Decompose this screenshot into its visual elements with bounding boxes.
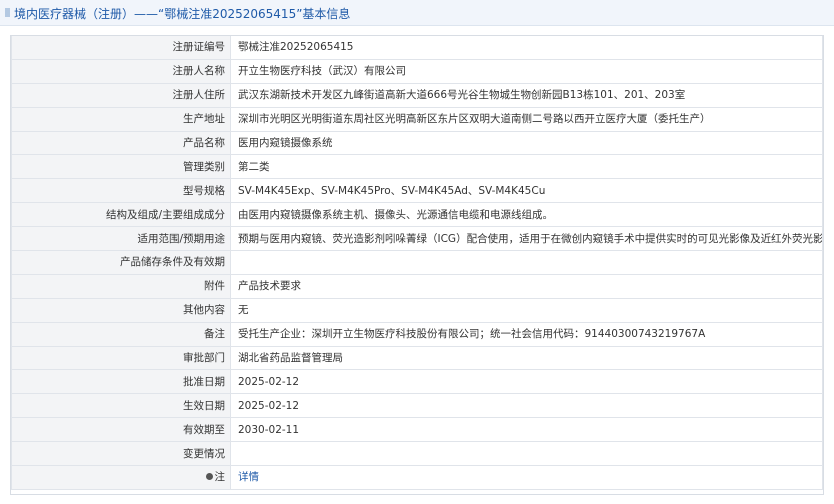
row-label: 注册人名称 bbox=[11, 58, 231, 84]
title-bar: 境内医疗器械（注册）——“鄂械注准20252065415”基本信息 bbox=[0, 0, 834, 26]
table-row: 结构及组成/主要组成成分 由医用内窥镜摄像系统主机、摄像头、光源通信电缆和电源线组… bbox=[11, 202, 823, 228]
row-label: 附件 bbox=[11, 273, 231, 299]
table-row: 生产地址 深圳市光明区光明街道东周社区光明高新区东片区双明大道南侧二号路以西开立医… bbox=[11, 106, 823, 132]
row-value: 开立生物医疗科技（武汉）有限公司 bbox=[230, 58, 823, 84]
table-row: 有效期至 2030-02-11 bbox=[11, 417, 823, 443]
row-label: 备注 bbox=[11, 321, 231, 347]
row-value: 第二类 bbox=[230, 154, 823, 180]
row-value: 受托生产企业：深圳开立生物医疗科技股份有限公司；统一社会信用代码：9144030… bbox=[230, 321, 823, 347]
row-label: 产品名称 bbox=[11, 130, 231, 156]
row-label: 注册证编号 bbox=[11, 36, 231, 60]
table-row: 审批部门 湖北省药品监督管理局 bbox=[11, 345, 823, 371]
page-title: 境内医疗器械（注册）——“鄂械注准20252065415”基本信息 bbox=[14, 7, 351, 21]
row-label: 生效日期 bbox=[11, 393, 231, 419]
row-label: 生产地址 bbox=[11, 106, 231, 132]
row-label: 批准日期 bbox=[11, 369, 231, 395]
table-row: 注册人名称 开立生物医疗科技（武汉）有限公司 bbox=[11, 58, 823, 84]
table-row: 批准日期 2025-02-12 bbox=[11, 369, 823, 395]
detail-panel: 注册证编号 鄂械注准20252065415 注册人名称 开立生物医疗科技（武汉）有限公… bbox=[10, 35, 824, 495]
row-value: 无 bbox=[230, 297, 823, 323]
table-row: 产品储存条件及有效期 bbox=[11, 250, 823, 275]
row-value: 产品技术要求 bbox=[230, 273, 823, 299]
table-row: 备注 受托生产企业：深圳开立生物医疗科技股份有限公司；统一社会信用代码：91440… bbox=[11, 321, 823, 347]
row-label: 其他内容 bbox=[11, 297, 231, 323]
table-row: 生效日期 2025-02-12 bbox=[11, 393, 823, 419]
table-row: 注册人住所 武汉东湖新技术开发区九峰街道高新大道666号光谷生物城生物创新园B13… bbox=[11, 82, 823, 108]
row-value: SV-M4K45Exp、SV-M4K45Pro、SV-M4K45Ad、SV-M4… bbox=[230, 178, 823, 204]
row-value: 预期与医用内窥镜、荧光造影剂吲哚菁绿（ICG）配合使用，适用于在微创内窥镜手术中… bbox=[230, 226, 823, 252]
row-value: 医用内窥镜摄像系统 bbox=[230, 130, 823, 156]
table-row-note: 注 详情 bbox=[11, 465, 823, 490]
row-label: 变更情况 bbox=[11, 441, 231, 467]
row-value: 2025-02-12 bbox=[230, 393, 823, 419]
row-value: 武汉东湖新技术开发区九峰街道高新大道666号光谷生物城生物创新园B13栋101、… bbox=[230, 82, 823, 108]
detail-table: 注册证编号 鄂械注准20252065415 注册人名称 开立生物医疗科技（武汉）有限公… bbox=[11, 36, 823, 490]
row-label: 注册人住所 bbox=[11, 82, 231, 108]
row-label: 注 bbox=[11, 465, 231, 490]
table-row: 变更情况 bbox=[11, 441, 823, 467]
row-label: 型号规格 bbox=[11, 178, 231, 204]
table-row: 产品名称 医用内窥镜摄像系统 bbox=[11, 130, 823, 156]
row-label: 结构及组成/主要组成成分 bbox=[11, 202, 231, 228]
row-value bbox=[230, 250, 823, 275]
bulb-icon bbox=[205, 472, 213, 480]
table-row: 型号规格 SV-M4K45Exp、SV-M4K45Pro、SV-M4K45Ad、S… bbox=[11, 178, 823, 204]
table-row: 其他内容无 bbox=[11, 297, 823, 323]
table-row: 附件 产品技术要求 bbox=[11, 273, 823, 299]
row-value: 深圳市光明区光明街道东周社区光明高新区东片区双明大道南侧二号路以西开立医疗大厦（… bbox=[230, 106, 823, 132]
table-row: 注册证编号 鄂械注准20252065415 bbox=[11, 36, 823, 60]
title-marker-icon bbox=[5, 8, 10, 17]
row-value: 详情 bbox=[230, 465, 823, 490]
row-value: 湖北省药品监督管理局 bbox=[230, 345, 823, 371]
row-label: 有效期至 bbox=[11, 417, 231, 443]
row-value: 由医用内窥镜摄像系统主机、摄像头、光源通信电缆和电源线组成。 bbox=[230, 202, 823, 228]
row-label: 审批部门 bbox=[11, 345, 231, 371]
note-label: 注 bbox=[214, 471, 226, 484]
table-row: 适用范围/预期用途 预期与医用内窥镜、荧光造影剂吲哚菁绿（ICG）配合使用，适用于… bbox=[11, 226, 823, 252]
details-link[interactable]: 详情 bbox=[238, 471, 259, 483]
table-row: 管理类别 第二类 bbox=[11, 154, 823, 180]
row-label: 管理类别 bbox=[11, 154, 231, 180]
row-label: 适用范围/预期用途 bbox=[11, 226, 231, 252]
row-label: 产品储存条件及有效期 bbox=[11, 250, 231, 275]
row-value: 2025-02-12 bbox=[230, 369, 823, 395]
row-value bbox=[230, 441, 823, 467]
row-value: 鄂械注准20252065415 bbox=[230, 36, 823, 60]
row-value: 2030-02-11 bbox=[230, 417, 823, 443]
